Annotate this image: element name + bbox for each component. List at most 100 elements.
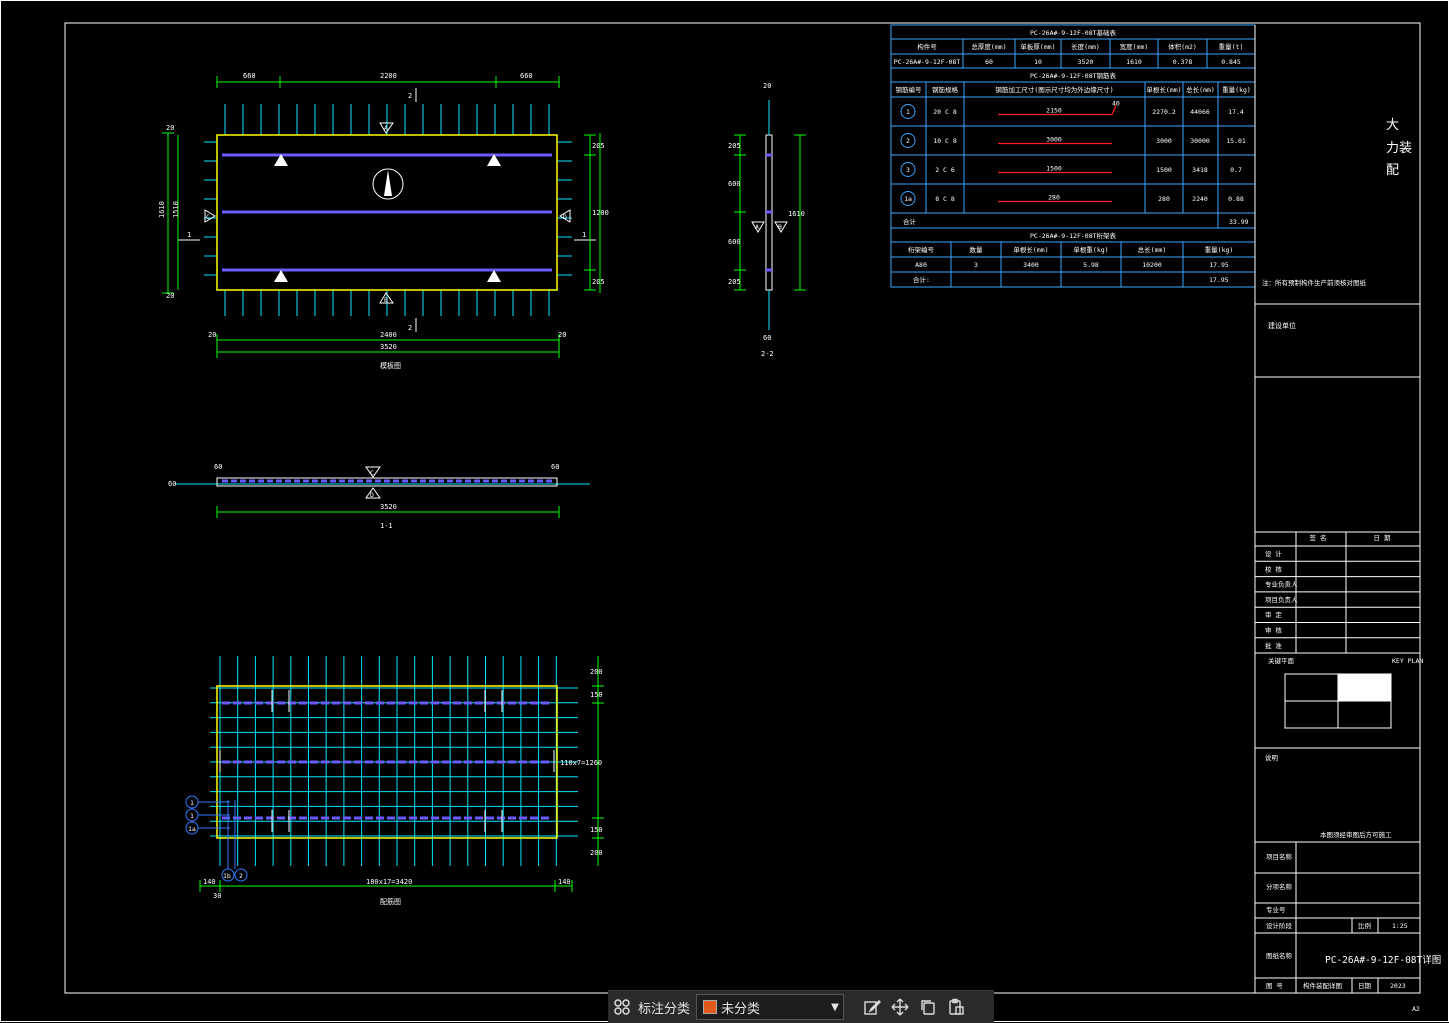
section1-dim-right: 60 <box>551 463 559 471</box>
marker-d-label: D <box>563 213 567 221</box>
section-mark-right: 1 <box>582 231 586 239</box>
section1-title: 1-1 <box>380 522 393 530</box>
scale-key: 比例 <box>1358 921 1371 930</box>
callout-left-1: 1 <box>190 799 194 807</box>
dim-top-3: 660 <box>520 72 533 80</box>
rebar-total: 44066 <box>1190 108 1210 116</box>
section2-dim-left-1: 205 <box>728 142 741 150</box>
base-table-cell: 1610 <box>1126 58 1142 66</box>
plan-view-title: 模板图 <box>380 361 401 370</box>
base-table-header: 长度(mm) <box>1071 42 1100 51</box>
rebar-table-sum-value: 33.99 <box>1229 218 1249 226</box>
section1-dim-thick: 60 <box>168 480 176 488</box>
rebar-spec: 10 C 8 <box>933 137 957 145</box>
sheet-size: A2 <box>1412 1005 1420 1013</box>
dim-bottom-inner: 2400 <box>380 331 397 339</box>
section2-title: 2-2 <box>761 350 774 358</box>
sign-row-label: 设 计 <box>1265 549 1282 558</box>
truss-table-header: 单根长(mm) <box>1013 245 1048 254</box>
category-select[interactable]: 未分类 ▼ <box>696 994 845 1020</box>
base-table-cell: 0.378 <box>1173 58 1193 66</box>
number-value: 构件装配详图 <box>1303 981 1342 990</box>
rebar-shape-dim: 1500 <box>1046 165 1062 173</box>
dim-top-1: 660 <box>243 72 256 80</box>
key-plan-tag: KEY PLAN <box>1392 657 1423 665</box>
base-table-cell: 0.845 <box>1221 58 1241 66</box>
north-arrow-pointer <box>384 170 392 196</box>
truss-table-cell: 5.98 <box>1083 261 1099 269</box>
rebar-spec: 20 C 8 <box>933 108 957 116</box>
lifting-point-icon <box>487 270 501 282</box>
plan-view: A B C D 2 2 1 1 660 2200 660 2400 20 20 … <box>158 72 609 370</box>
cad-drawing-canvas[interactable]: .w { stroke:#ffffff; fill:none; stroke-w… <box>0 0 1449 1022</box>
grid-apps-icon[interactable] <box>608 993 636 1021</box>
section-mark-bottom: 2 <box>408 324 412 332</box>
rebar-dim-bottom-left: 140 <box>203 878 216 886</box>
key-plan-highlight <box>1338 674 1391 701</box>
truss-table-header: 单根重(kg) <box>1073 245 1108 254</box>
remark-label: 说明 <box>1265 753 1279 762</box>
section-mark-left: 1 <box>187 231 191 239</box>
sign-header: 日 期 <box>1374 534 1391 542</box>
sign-row-label: 审 定 <box>1265 610 1282 619</box>
rebar-dim-right-4: 150 <box>590 826 603 834</box>
move-icon[interactable] <box>886 993 914 1021</box>
annotation-toolbar: 标注分类 未分类 ▼ <box>608 990 994 1023</box>
rebar-dim-right-5: 200 <box>590 849 603 857</box>
base-table-header: 总厚度(mm) <box>971 42 1006 51</box>
marker-d-label: D <box>370 491 374 499</box>
marker-b-label: B <box>778 223 782 231</box>
section2-dim-bottom: 60 <box>763 334 771 342</box>
dim-bottom-edge-left: 20 <box>208 331 216 339</box>
edit-icon[interactable] <box>858 993 886 1021</box>
truss-table-cell: 3400 <box>1023 261 1039 269</box>
base-table-title: PC-26A#-9-12F-08T基础表 <box>1030 28 1117 37</box>
rebar-length: 3000 <box>1156 137 1172 145</box>
project-note: 注：所有预制构件生产前须核对图纸 <box>1262 278 1367 287</box>
base-table-header: 宽度(mm) <box>1120 42 1149 51</box>
truss-table-cell: 3 <box>974 261 978 269</box>
sign-row-label: 校 核 <box>1265 564 1282 573</box>
rebar-id: 1 <box>906 108 910 116</box>
key-plan-label: 关键平面 <box>1268 656 1295 665</box>
dim-right-1: 205 <box>592 142 605 150</box>
base-table-header: 单板厚(mm) <box>1020 42 1055 51</box>
truss-table-title: PC-26A#-9-12F-08T桁架表 <box>1030 231 1117 240</box>
rebar-table-header: 钢筋编号 <box>896 85 923 94</box>
rebar-dim-bottom-mid: 180x17=3420 <box>366 878 412 886</box>
rebar-hook-dim: 40 <box>1112 100 1120 108</box>
marker-c-label: C <box>370 469 374 477</box>
paste-icon[interactable] <box>942 993 970 1021</box>
rebar-dim-bottom-right: 140 <box>558 878 571 886</box>
date-value: 2023 <box>1390 982 1406 990</box>
sign-row-label: 批 准 <box>1265 641 1282 650</box>
rebar-id: 2 <box>906 137 910 145</box>
callout-bottom-1: 1b <box>223 872 231 880</box>
construction-unit-label: 建设单位 <box>1268 321 1296 330</box>
marker-a-label: A <box>755 223 759 231</box>
rebar-id: 3 <box>906 166 910 174</box>
marker-a-label: A <box>384 124 388 132</box>
rebar-shape-dim: 280 <box>1048 194 1060 202</box>
lifting-point-icon <box>274 270 288 282</box>
dim-bottom-edge-right: 20 <box>558 331 566 339</box>
dim-left-inner: 1510 <box>172 201 180 218</box>
callout-left-3: 1a <box>188 825 196 833</box>
date-label: 日期 <box>1358 982 1372 990</box>
rebar-dim-right-2: 150 <box>590 691 603 699</box>
drawing-frame <box>64 22 1421 994</box>
rebar-length: 1500 <box>1156 166 1172 174</box>
copy-icon[interactable] <box>914 993 942 1021</box>
base-table-cell: PC-26A#-9-12F-08T <box>894 58 961 66</box>
rebar-dim-right-3: 110x7=1260 <box>560 759 602 767</box>
rebar-view-title: 配筋图 <box>380 897 401 906</box>
sign-row-label: 项目负责人 <box>1265 595 1298 604</box>
rebar-total: 30000 <box>1190 137 1210 145</box>
category-select-value: 未分类 <box>721 1001 761 1017</box>
section2-dim-right: 1610 <box>788 210 805 218</box>
dim-left-small-bottom: 20 <box>166 292 174 300</box>
category-color-swatch <box>703 1000 718 1014</box>
section2-dim-left-4: 205 <box>728 278 741 286</box>
rebar-table-header: 总长(mm) <box>1186 85 1215 94</box>
drawing-name: PC-26A#-9-12F-08T详图 <box>1325 954 1441 966</box>
